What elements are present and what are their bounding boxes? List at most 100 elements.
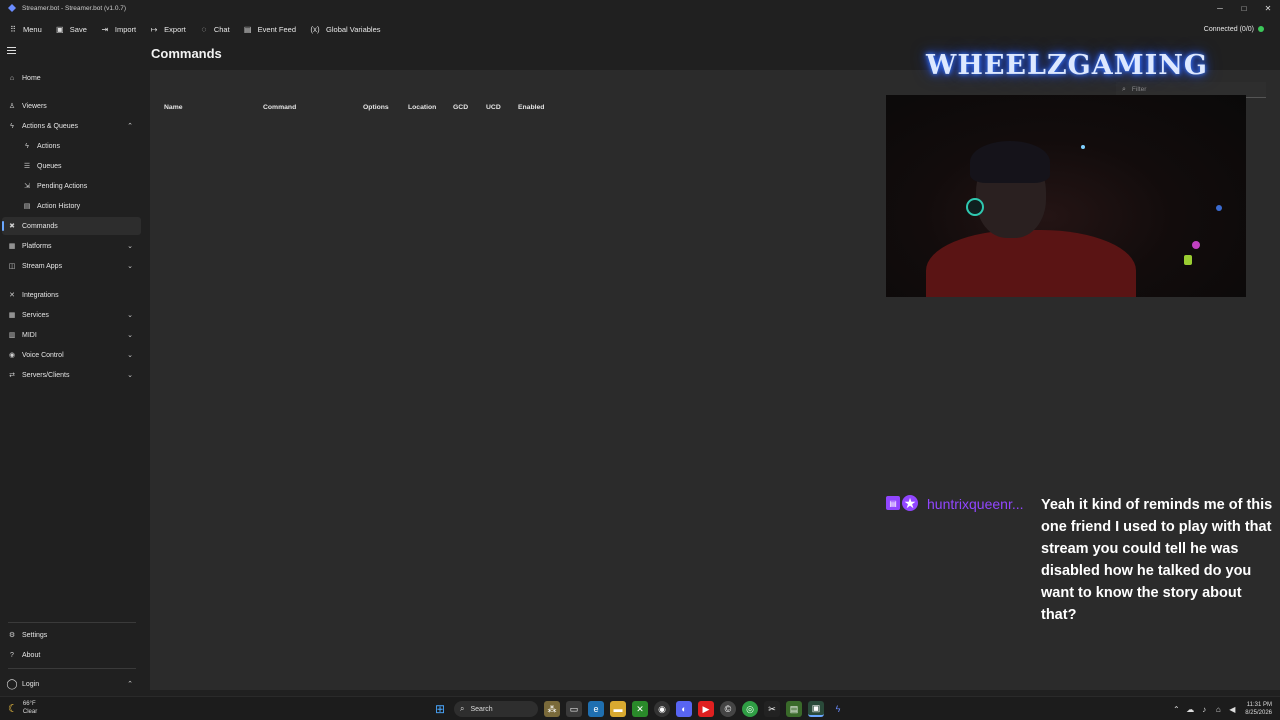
webcam-overlay bbox=[886, 95, 1246, 297]
streamerbot-alt-icon[interactable]: ϟ bbox=[830, 701, 846, 717]
chat-icon: ◌ bbox=[201, 24, 207, 34]
network-icon[interactable]: ⌂ bbox=[1211, 705, 1225, 714]
file-explorer-icon[interactable]: ▬ bbox=[610, 701, 626, 717]
youtube-icon[interactable]: ▶ bbox=[698, 701, 714, 717]
streamerbot-taskbar-icon[interactable]: ▣ bbox=[808, 701, 824, 717]
sidebar-item-label: MIDI bbox=[22, 331, 37, 339]
taskbar-search-label: Search bbox=[470, 705, 493, 713]
column-header-options[interactable]: Options bbox=[363, 104, 389, 111]
sidebar-item-actions[interactable]: ϟ Actions bbox=[2, 137, 141, 155]
hamburger-menu-icon[interactable] bbox=[7, 47, 16, 55]
import-icon: ⇥ bbox=[101, 24, 109, 34]
event-feed-label: Event Feed bbox=[257, 24, 297, 34]
maximize-button[interactable]: □ bbox=[1232, 0, 1256, 16]
chevron-down-icon: ⌄ bbox=[127, 352, 133, 359]
chat-button[interactable]: ◌ Chat bbox=[198, 19, 231, 39]
onedrive-cloud-icon[interactable]: ☁ bbox=[1183, 705, 1197, 714]
widgets-icon[interactable]: ⁂ bbox=[544, 701, 560, 717]
sidebar-item-platforms[interactable]: ▦ Platforms ⌄ bbox=[2, 237, 141, 255]
capcut-icon[interactable]: ✂ bbox=[764, 701, 780, 717]
twitch-badge-icon: ▤ bbox=[886, 496, 900, 510]
sidebar-item-viewers[interactable]: ♙ Viewers bbox=[2, 97, 141, 115]
sidebar-item-midi[interactable]: ▥ MIDI ⌄ bbox=[2, 326, 141, 344]
chevron-down-icon: ⌄ bbox=[127, 372, 133, 379]
windows-start-icon[interactable]: ⊞ bbox=[432, 701, 448, 717]
microphone-tray-icon[interactable]: ♪ bbox=[1197, 705, 1211, 714]
chrome-icon[interactable]: ◎ bbox=[742, 701, 758, 717]
import-button[interactable]: ⇥ Import bbox=[99, 19, 137, 39]
sidebar-item-home[interactable]: ⌂ Home bbox=[2, 69, 141, 87]
sidebar-item-servers-clients[interactable]: ⇄ Servers/Clients ⌄ bbox=[2, 366, 141, 384]
global-variables-button[interactable]: (x) Global Variables bbox=[308, 19, 381, 39]
filter-placeholder: Filter bbox=[1131, 86, 1147, 93]
save-icon: ▣ bbox=[55, 24, 64, 34]
taskbar-search[interactable]: ⌕ Search bbox=[454, 701, 538, 717]
platforms-icon: ▦ bbox=[8, 243, 16, 250]
import-label: Import bbox=[114, 24, 137, 34]
sidebar-item-about[interactable]: ? About bbox=[2, 646, 141, 664]
sidebar-item-integrations[interactable]: ✕ Integrations bbox=[2, 286, 141, 304]
clock[interactable]: 11:31 PM 8/25/2026 bbox=[1245, 701, 1272, 717]
chevron-down-icon: ⌄ bbox=[127, 332, 133, 339]
minimize-button[interactable]: ─ bbox=[1208, 0, 1232, 16]
sidebar-item-services[interactable]: ▦ Services ⌄ bbox=[2, 306, 141, 324]
sidebar-item-queues[interactable]: ☰ Queues bbox=[2, 157, 141, 175]
column-header-location[interactable]: Location bbox=[408, 104, 436, 111]
chevron-up-icon: ⌃ bbox=[127, 123, 133, 130]
event-feed-icon: ▤ bbox=[243, 24, 252, 34]
sidebar-item-action-history[interactable]: ▤ Action History bbox=[2, 197, 141, 215]
history-icon: ▤ bbox=[23, 203, 31, 210]
user-circle-icon: ◯ bbox=[6, 678, 18, 690]
app-icon[interactable]: © bbox=[720, 701, 736, 717]
sidebar-item-pending-actions[interactable]: ⇲ Pending Actions bbox=[2, 177, 141, 195]
sidebar-item-label: About bbox=[22, 651, 41, 659]
sidebar-item-label: Settings bbox=[22, 631, 48, 639]
sidebar-item-label: Login bbox=[22, 680, 40, 688]
edge-browser-icon[interactable]: e bbox=[588, 701, 604, 717]
obs-icon[interactable]: ◉ bbox=[654, 701, 670, 717]
column-header-command[interactable]: Command bbox=[263, 104, 296, 111]
servers-icon: ⇄ bbox=[9, 372, 15, 379]
save-label: Save bbox=[69, 24, 87, 34]
sidebar-item-stream-apps[interactable]: ◫ Stream Apps ⌄ bbox=[2, 257, 141, 275]
sidebar-item-label: Servers/Clients bbox=[22, 371, 70, 379]
weather-temp: 66°F bbox=[22, 701, 36, 707]
sidebar-item-label: Stream Apps bbox=[22, 262, 63, 270]
variable-icon: (x) bbox=[310, 24, 320, 34]
sidebar-item-label: Platforms bbox=[22, 242, 52, 250]
connection-status-dot-icon bbox=[1258, 26, 1264, 32]
export-label: Export bbox=[164, 24, 186, 34]
task-view-icon[interactable]: ▭ bbox=[566, 701, 582, 717]
sidebar-item-login[interactable]: ◯ Login ⌃ bbox=[2, 675, 141, 693]
weather-widget[interactable]: ☾ 66°F Clear bbox=[8, 700, 37, 716]
xbox-icon[interactable]: ✕ bbox=[632, 701, 648, 717]
export-icon: ↦ bbox=[150, 24, 158, 34]
toolbar: ⠿ Menu ▣ Save ⇥ Import ↦ Export ◌ Chat ▤ Event… bbox=[0, 16, 1280, 42]
column-header-name[interactable]: Name bbox=[164, 104, 183, 111]
weather-desc: Clear bbox=[22, 709, 38, 715]
column-header-gcd[interactable]: GCD bbox=[453, 104, 468, 111]
discord-icon[interactable]: ◐ bbox=[676, 701, 692, 717]
sidebar-item-commands[interactable]: ✖ Commands bbox=[2, 217, 141, 235]
menu-button[interactable]: ⠿ Menu bbox=[7, 19, 43, 39]
sidebar-item-voice-control[interactable]: ◉ Voice Control ⌄ bbox=[2, 346, 141, 364]
sidebar-item-label: Voice Control bbox=[22, 351, 64, 359]
connection-status[interactable]: Connected (0/0) bbox=[1204, 16, 1264, 42]
volume-icon[interactable]: ◀ bbox=[1225, 705, 1239, 714]
sidebar-item-label: Home bbox=[22, 74, 41, 82]
lightning-icon: ϟ bbox=[25, 142, 29, 150]
column-header-ucd[interactable]: UCD bbox=[486, 104, 501, 111]
close-button[interactable]: ✕ bbox=[1256, 0, 1280, 16]
clock-date: 8/25/2026 bbox=[1245, 710, 1272, 716]
column-header-enabled[interactable]: Enabled bbox=[518, 104, 544, 111]
webcam-light bbox=[1192, 241, 1200, 249]
sidebar-item-settings[interactable]: ⚙ Settings bbox=[2, 626, 141, 644]
export-button[interactable]: ↦ Export bbox=[148, 19, 187, 39]
event-feed-button[interactable]: ▤ Event Feed bbox=[242, 19, 297, 39]
tray-overflow-chevron-icon[interactable]: ⌃ bbox=[1169, 705, 1183, 714]
sidebar-item-actions-queues[interactable]: ϟ Actions & Queues ⌃ bbox=[2, 117, 141, 135]
save-button[interactable]: ▣ Save bbox=[54, 19, 88, 39]
services-icon: ▦ bbox=[8, 312, 16, 319]
lightning-icon: ϟ bbox=[10, 122, 14, 130]
game-launcher-icon[interactable]: ▤ bbox=[786, 701, 802, 717]
